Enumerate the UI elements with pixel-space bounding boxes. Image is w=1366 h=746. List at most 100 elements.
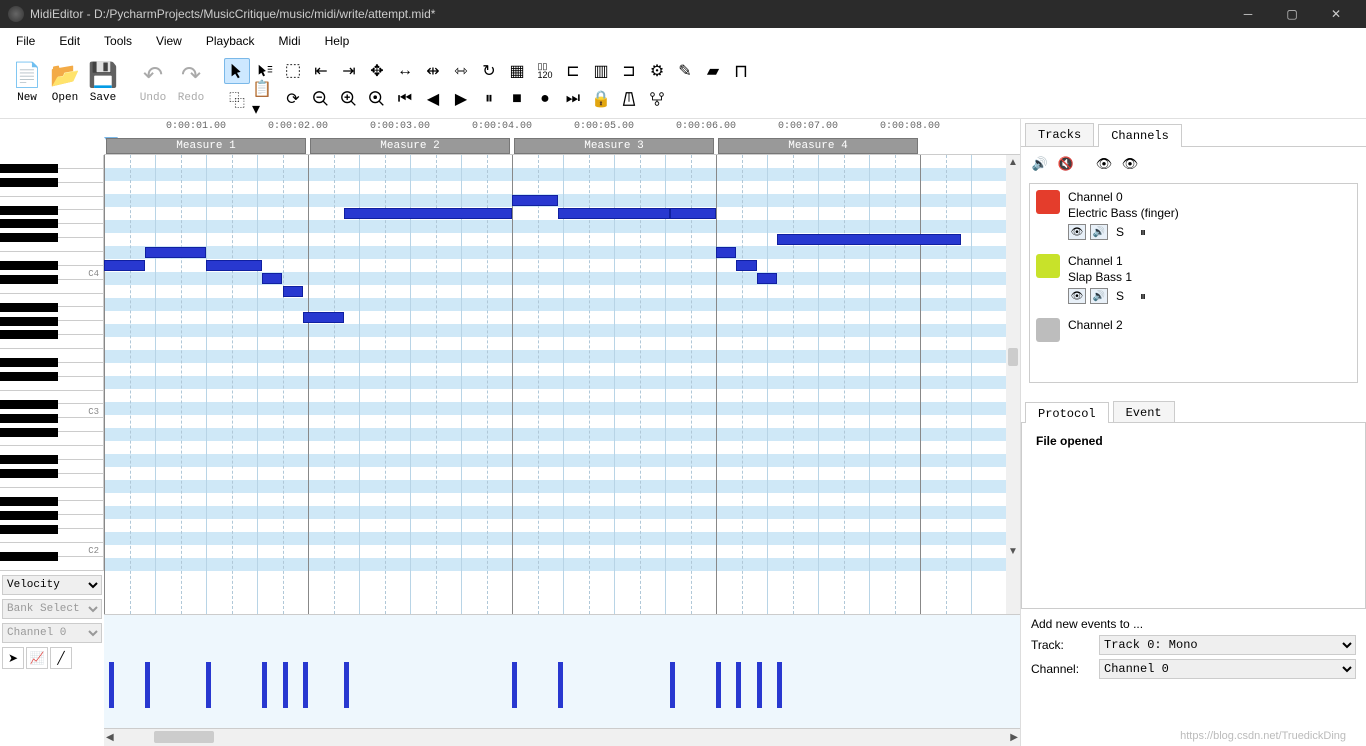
property-select[interactable]: Velocity [2, 575, 102, 595]
menu-edit[interactable]: Edit [49, 30, 90, 52]
tab-protocol[interactable]: Protocol [1025, 402, 1109, 423]
line-mini[interactable]: 📈 [26, 647, 48, 669]
lock-button[interactable]: 🔒 [588, 86, 614, 112]
menu-view[interactable]: View [146, 30, 192, 52]
menu-midi[interactable]: Midi [269, 30, 311, 52]
piano-keyboard[interactable]: C4C3C2 [0, 155, 104, 571]
align-grid-c[interactable]: ▥ [588, 58, 614, 84]
forward-end-button[interactable]: ⏭ [560, 86, 586, 112]
midi-note[interactable] [558, 208, 670, 219]
rewind-button[interactable]: ⏮ [392, 86, 418, 112]
new-button[interactable]: 📄New [10, 58, 44, 104]
move-tool[interactable]: ✥ [364, 58, 390, 84]
audio-toggle[interactable]: 🔊 [1090, 288, 1108, 304]
quantize-tool[interactable]: ▯▯120 [532, 58, 558, 84]
redo-button[interactable]: ↷Redo [174, 58, 208, 104]
velocity-bar[interactable] [344, 662, 349, 708]
velocity-bar[interactable] [736, 662, 741, 708]
settings-tool[interactable]: ⚙ [644, 58, 670, 84]
menu-playback[interactable]: Playback [196, 30, 265, 52]
midi-note[interactable] [283, 286, 303, 297]
scroll-up-icon[interactable]: ▲ [1008, 157, 1018, 168]
midi-note[interactable] [206, 260, 262, 271]
pointer-mini[interactable]: ➤ [2, 647, 24, 669]
velocity-bar[interactable] [303, 662, 308, 708]
solo-toggle[interactable]: S [1112, 289, 1128, 303]
pause-button[interactable]: ⏸ [476, 86, 502, 112]
align-right-tool[interactable]: ⇥ [336, 58, 362, 84]
align-left-tool[interactable]: ⇤ [308, 58, 334, 84]
velocity-bar[interactable] [670, 662, 675, 708]
metronome-button[interactable] [616, 86, 642, 112]
instrument-icon[interactable]: ⏸ [1136, 225, 1150, 240]
align-grid-r[interactable]: ⊐ [616, 58, 642, 84]
midi-note[interactable] [512, 195, 558, 206]
velocity-bar[interactable] [512, 662, 517, 708]
expand-h-tool[interactable]: ⇿ [448, 58, 474, 84]
ch-show-all-icon[interactable]: 👁 [1093, 155, 1115, 173]
midi-note[interactable] [736, 260, 756, 271]
zoom-in-button[interactable] [336, 86, 362, 112]
velocity-bar[interactable] [777, 662, 782, 708]
close-button[interactable]: ✕ [1314, 0, 1358, 28]
channel-select[interactable]: Channel 0 [2, 623, 102, 643]
compress-h-tool[interactable]: ⇹ [420, 58, 446, 84]
visibility-toggle[interactable]: 👁 [1068, 288, 1086, 304]
paste-button[interactable]: 📋▾ [252, 86, 278, 112]
tab-event[interactable]: Event [1113, 401, 1175, 422]
channel-item[interactable]: Channel 0Electric Bass (finger)👁🔊S ⏸ [1036, 190, 1351, 240]
magnet-tool[interactable]: ⊓ [728, 58, 754, 84]
midi-note[interactable] [145, 247, 206, 258]
velocity-bar[interactable] [262, 662, 267, 708]
connections-button[interactable] [644, 86, 670, 112]
velocity-lane[interactable] [104, 614, 1020, 728]
draw-mini[interactable]: ╱ [50, 647, 72, 669]
back-button[interactable]: ◀ [420, 86, 446, 112]
time-ruler[interactable]: 0:00:01.000:00:02.000:00:03.000:00:04.00… [104, 119, 1020, 155]
channel-list[interactable]: Channel 0Electric Bass (finger)👁🔊S ⏸ Chan… [1029, 183, 1358, 383]
hscroll-thumb[interactable] [154, 731, 214, 743]
piano-roll[interactable]: ▲ ▼ [104, 155, 1020, 614]
pointer-tool[interactable] [224, 58, 250, 84]
select-box-tool[interactable] [280, 58, 306, 84]
channel-item[interactable]: Channel 1Slap Bass 1👁🔊S ⏸ [1036, 254, 1351, 304]
bank-select[interactable]: Bank Select [2, 599, 102, 619]
record-button[interactable]: ● [532, 86, 558, 112]
velocity-bar[interactable] [283, 662, 288, 708]
eraser-tool[interactable]: ▰ [700, 58, 726, 84]
midi-note[interactable] [777, 234, 961, 245]
ch-hide-all-icon[interactable]: 👁 [1119, 155, 1141, 173]
midi-note[interactable] [716, 247, 736, 258]
minimize-button[interactable]: ─ [1226, 0, 1270, 28]
scroll-down-icon[interactable]: ▼ [1008, 546, 1018, 557]
midi-note[interactable] [262, 273, 282, 284]
copy-button[interactable]: ⿻ [224, 86, 250, 112]
rotate-tool[interactable]: ↻ [476, 58, 502, 84]
zoom-reset-button[interactable]: ⟳ [280, 86, 306, 112]
align-grid-l[interactable]: ⊏ [560, 58, 586, 84]
play-button[interactable]: ▶ [448, 86, 474, 112]
tempo-tool[interactable]: ▦ [504, 58, 530, 84]
tab-tracks[interactable]: Tracks [1025, 123, 1094, 146]
zoom-out-button[interactable] [308, 86, 334, 112]
vertical-scrollbar[interactable]: ▲ ▼ [1006, 155, 1020, 614]
midi-note[interactable] [104, 260, 145, 271]
ch-mute-all-icon[interactable]: 🔊 [1029, 155, 1051, 173]
menu-help[interactable]: Help [315, 30, 360, 52]
channel-item[interactable]: Channel 2 [1036, 318, 1351, 342]
midi-note[interactable] [757, 273, 777, 284]
velocity-bar[interactable] [558, 662, 563, 708]
menu-file[interactable]: File [6, 30, 45, 52]
stop-button[interactable]: ■ [504, 86, 530, 112]
menu-tools[interactable]: Tools [94, 30, 142, 52]
track-select[interactable]: Track 0: Mono [1099, 635, 1356, 655]
pencil-tool[interactable]: ✎ [672, 58, 698, 84]
midi-note[interactable] [344, 208, 512, 219]
midi-note[interactable] [670, 208, 716, 219]
tab-channels[interactable]: Channels [1098, 124, 1182, 147]
save-button[interactable]: 💾Save [86, 58, 120, 104]
resize-h-tool[interactable]: ↔ [392, 58, 418, 84]
velocity-bar[interactable] [109, 662, 114, 708]
midi-note[interactable] [303, 312, 344, 323]
maximize-button[interactable]: ▢ [1270, 0, 1314, 28]
